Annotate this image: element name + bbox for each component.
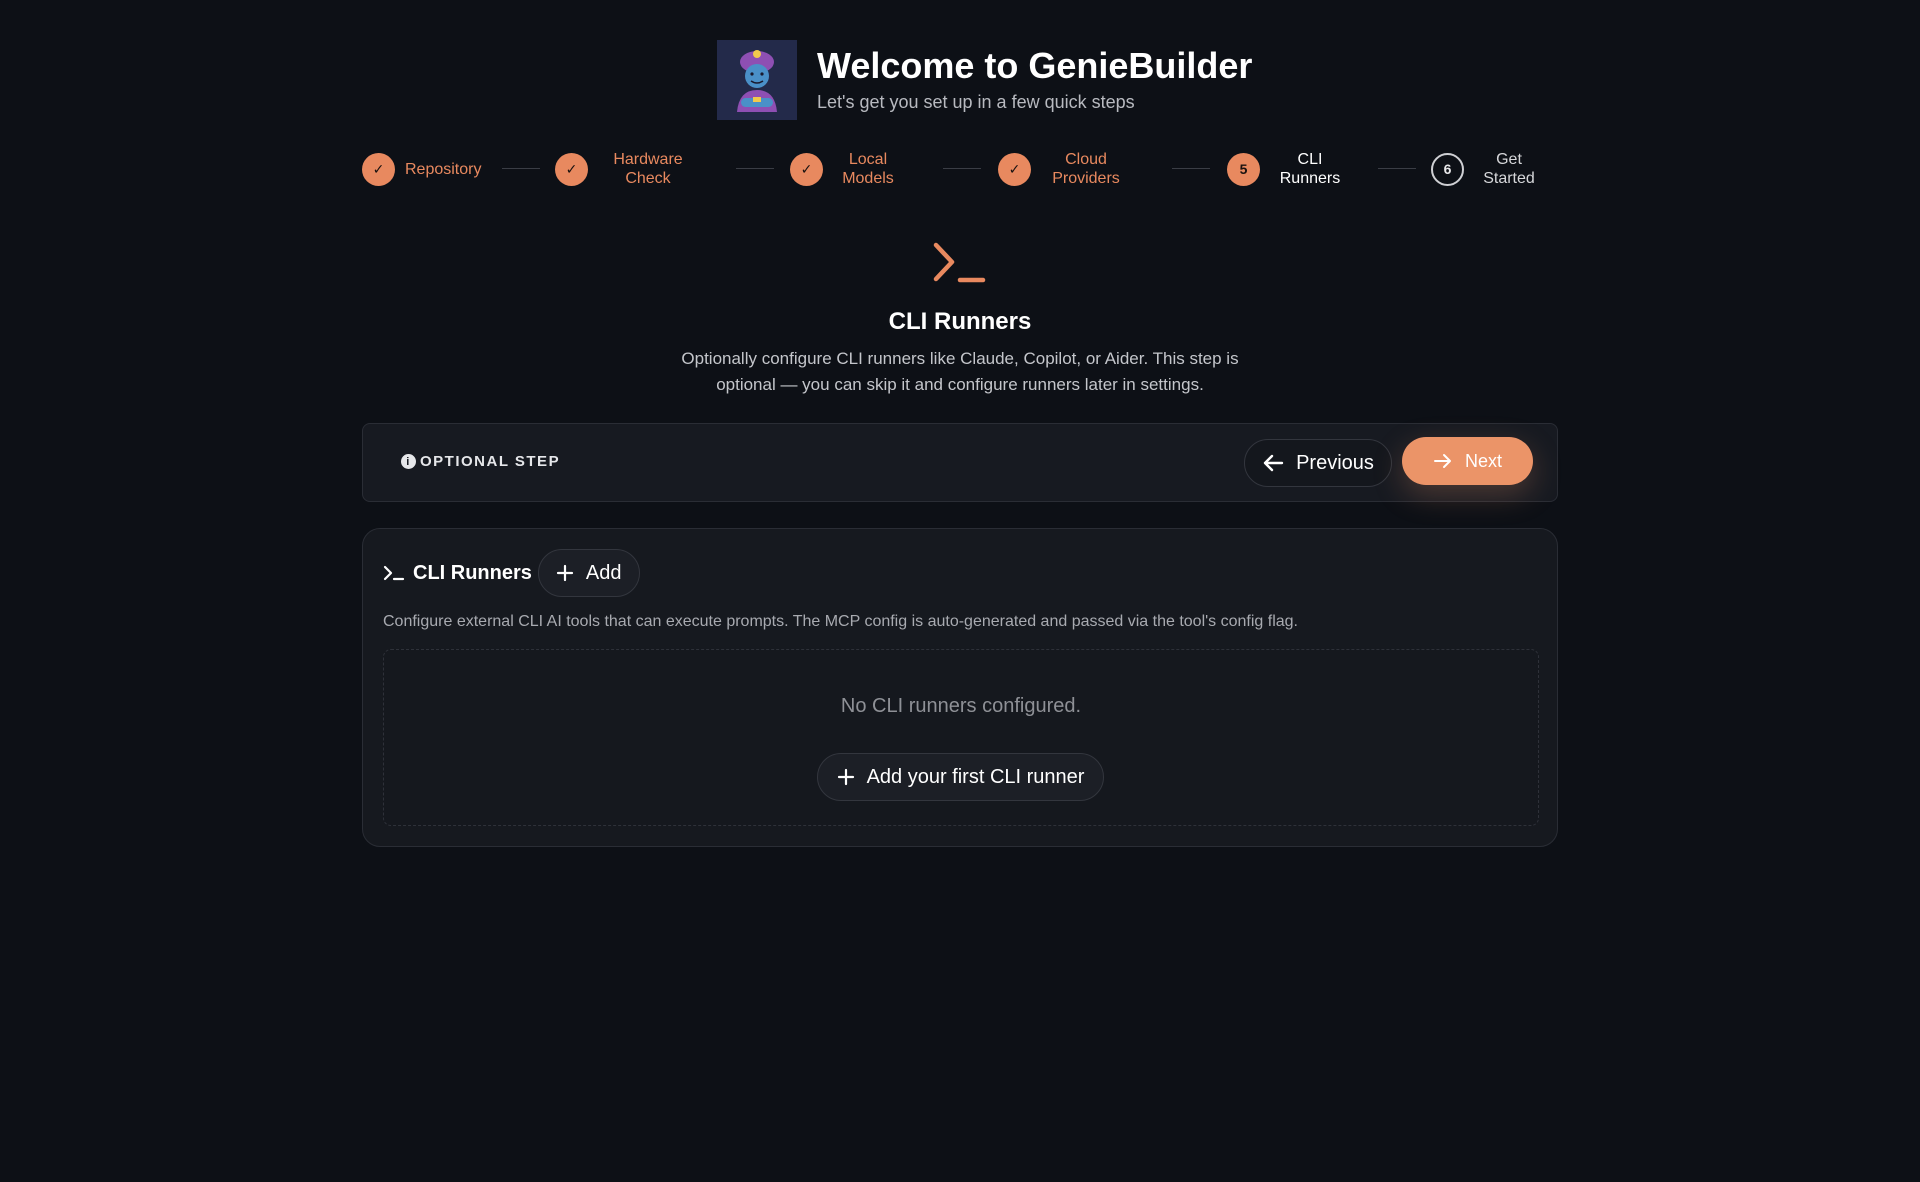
step-title: CLI Runners bbox=[888, 308, 1032, 335]
arrow-right-icon bbox=[1433, 454, 1451, 468]
check-icon: ✓ bbox=[790, 152, 823, 186]
card-header: CLI Runners Add bbox=[383, 549, 640, 597]
empty-state-text: No CLI runners configured. bbox=[840, 695, 1082, 717]
step-repository[interactable]: ✓ Repository bbox=[362, 150, 481, 188]
check-icon: ✓ bbox=[362, 152, 395, 186]
add-runner-button[interactable]: Add bbox=[537, 549, 640, 597]
previous-label: Previous bbox=[1296, 451, 1374, 474]
step-local-models[interactable]: ✓ Local Models bbox=[790, 150, 903, 188]
step-label: Get Started bbox=[1483, 151, 1535, 187]
step-number: 6 bbox=[1431, 152, 1464, 186]
page-title: Welcome to GenieBuilder bbox=[817, 45, 1253, 86]
step-label: Hardware Check bbox=[613, 151, 683, 187]
check-icon: ✓ bbox=[998, 152, 1031, 186]
step-cli-runners[interactable]: 5 CLI Runners bbox=[1227, 150, 1350, 188]
terminal-icon bbox=[383, 565, 405, 581]
step-label: Local Models bbox=[842, 151, 894, 187]
header: Welcome to GenieBuilder Let's get you se… bbox=[717, 40, 1252, 120]
add-first-runner-button[interactable]: Add your first CLI runner bbox=[817, 753, 1104, 801]
step-connector bbox=[736, 168, 774, 169]
card-title-text: CLI Runners bbox=[413, 561, 532, 584]
step-hardware-check[interactable]: ✓ Hardware Check bbox=[555, 150, 698, 188]
genie-avatar-icon bbox=[717, 40, 797, 120]
next-button[interactable]: Next bbox=[1402, 437, 1533, 485]
step-label: Repository bbox=[405, 160, 482, 178]
cli-runners-card: CLI Runners Add Configure external CLI A… bbox=[362, 528, 1558, 847]
arrow-left-icon bbox=[1263, 454, 1284, 472]
step-connector bbox=[943, 168, 981, 169]
step-get-started[interactable]: 6 Get Started bbox=[1431, 150, 1544, 188]
plus-icon bbox=[837, 768, 854, 786]
page-subtitle: Let's get you set up in a few quick step… bbox=[817, 91, 1135, 112]
card-description: Configure external CLI AI tools that can… bbox=[383, 613, 1298, 630]
step-connector bbox=[502, 168, 540, 169]
plus-icon bbox=[556, 564, 574, 582]
header-text: Welcome to GenieBuilder Let's get you se… bbox=[817, 40, 1252, 113]
onboarding-page: Welcome to GenieBuilder Let's get you se… bbox=[0, 0, 1920, 1182]
add-label: Add bbox=[585, 561, 622, 584]
info-icon: i bbox=[401, 454, 416, 469]
terminal-icon bbox=[933, 242, 986, 283]
empty-state: No CLI runners configured. Add your firs… bbox=[383, 649, 1539, 826]
step-label: CLI Runners bbox=[1279, 151, 1341, 187]
check-icon: ✓ bbox=[555, 152, 588, 186]
step-cloud-providers[interactable]: ✓ Cloud Providers bbox=[998, 150, 1131, 188]
step-description: Optionally configure CLI runners like Cl… bbox=[681, 349, 1239, 394]
setup-stepper: ✓ Repository ✓ Hardware Check ✓ Local Mo… bbox=[362, 150, 1544, 188]
optional-step-text: OPTIONAL STEP bbox=[420, 453, 561, 470]
step-number: 5 bbox=[1227, 152, 1260, 186]
step-label: Cloud Providers bbox=[1052, 151, 1120, 187]
optional-step-bar: i OPTIONAL STEP Previous Next bbox=[362, 423, 1558, 502]
next-label: Next bbox=[1464, 450, 1502, 471]
step-connector bbox=[1172, 168, 1210, 169]
add-first-label: Add your first CLI runner bbox=[866, 765, 1085, 788]
optional-step-label: i OPTIONAL STEP bbox=[401, 453, 560, 470]
card-title: CLI Runners bbox=[383, 562, 532, 585]
previous-button[interactable]: Previous bbox=[1244, 439, 1392, 487]
step-connector bbox=[1378, 168, 1416, 169]
